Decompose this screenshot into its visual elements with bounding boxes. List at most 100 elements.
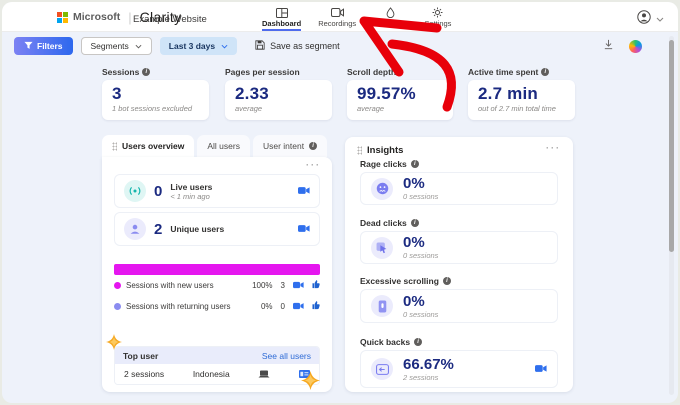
metric-subtitle: 1 bot sessions excluded — [112, 104, 199, 113]
date-range-dropdown[interactable]: Last 3 days — [160, 37, 237, 55]
avatar-icon — [637, 10, 651, 29]
info-icon[interactable] — [443, 277, 451, 285]
nav-tab-settings[interactable]: Settings — [424, 2, 451, 32]
recordings-icon — [331, 7, 344, 18]
info-icon[interactable] — [414, 338, 422, 346]
rage-clicks-card[interactable]: 0% 0 sessions — [360, 172, 558, 205]
metric-card[interactable]: 3 1 bot sessions excluded — [102, 80, 209, 120]
unique-users-value: 2 — [154, 221, 162, 238]
save-as-segment-button[interactable]: Save as segment — [255, 40, 340, 52]
microsoft-wordmark: Microsoft — [73, 11, 120, 23]
metric-value: 3 — [112, 84, 199, 104]
dashboard-icon — [276, 7, 288, 18]
nav-tab-heatmaps[interactable]: Heatmaps — [373, 2, 407, 32]
clarity-app-frame: Microsoft | Clarity Example Website Dash… — [2, 2, 678, 403]
account-menu[interactable] — [637, 10, 664, 29]
thumb-icon[interactable] — [312, 276, 320, 294]
returning-users-count: 0 — [281, 302, 285, 311]
segments-dropdown[interactable]: Segments — [81, 37, 152, 55]
download-icon[interactable] — [603, 37, 614, 55]
insights-title: Insights — [367, 145, 403, 156]
top-user-sessions: 2 sessions — [124, 369, 164, 379]
camera-icon[interactable] — [298, 220, 310, 238]
project-name[interactable]: Example Website — [133, 14, 207, 25]
top-user-section: Top user See all users 2 sessions Indone… — [114, 346, 320, 385]
chevron-down-icon — [656, 17, 664, 22]
dead-clicks-label: Dead clicks — [360, 218, 407, 228]
filter-funnel-icon — [24, 41, 33, 52]
filters-button[interactable]: Filters — [14, 37, 73, 55]
tab-user-intent[interactable]: User intent — [253, 135, 327, 157]
metric-value: 2.33 — [235, 84, 322, 104]
excessive-scrolling-card[interactable]: 0% 0 sessions — [360, 289, 558, 323]
unique-users-icon — [124, 218, 146, 240]
metric-subtitle: average — [235, 104, 322, 113]
nav-tab-recordings[interactable]: Recordings — [318, 2, 356, 32]
info-icon — [309, 142, 317, 150]
dead-clicks-card[interactable]: 0% 0 sessions — [360, 231, 558, 264]
nav-tab-dashboard[interactable]: Dashboard — [262, 2, 301, 32]
users-panel-tabs: Users overview All users User intent — [102, 135, 327, 157]
camera-icon[interactable] — [293, 297, 304, 315]
info-icon[interactable] — [411, 219, 419, 227]
live-users-value: 0 — [154, 183, 162, 200]
drag-grip-icon[interactable] — [112, 142, 117, 151]
info-icon[interactable] — [541, 68, 549, 76]
thumb-icon[interactable] — [312, 297, 320, 315]
metric-subtitle: out of 2.7 min total time — [478, 104, 565, 113]
settings-icon — [432, 7, 443, 18]
metric-subtitle: average — [357, 104, 443, 113]
sparkle-icon — [106, 334, 122, 355]
metric-card[interactable]: 2.7 min out of 2.7 min total time — [468, 80, 575, 120]
copilot-icon[interactable] — [629, 40, 642, 53]
metric-value: 2.7 min — [478, 84, 565, 104]
camera-icon[interactable] — [298, 182, 310, 200]
filter-bar: Filters Segments Last 3 days Save as seg… — [2, 32, 678, 60]
live-users-icon — [124, 180, 146, 202]
see-all-users-link[interactable]: See all users — [262, 351, 311, 361]
drag-grip-icon[interactable] — [357, 146, 362, 155]
new-users-count: 3 — [281, 281, 285, 290]
metric-label: Pages per session — [225, 67, 300, 77]
top-user-row[interactable]: 2 sessions Indonesia — [115, 364, 319, 384]
sessions-breakdown-bar — [114, 264, 320, 275]
metric-pages-per-session: Pages per session 2.33 average — [225, 66, 332, 120]
live-users-sub: < 1 min ago — [170, 192, 212, 201]
metric-value: 99.57% — [357, 84, 443, 104]
insights-panel: Insights Rage clicks 0% 0 sessions Dead … — [345, 137, 573, 392]
quick-backs-icon — [371, 358, 393, 380]
quick-backs-label: Quick backs — [360, 337, 410, 347]
dead-clicks-icon — [371, 237, 393, 259]
quick-backs-card[interactable]: 66.67% 2 sessions — [360, 350, 558, 388]
rage-clicks-sub: 0 sessions — [403, 192, 438, 201]
chevron-down-icon — [221, 44, 228, 49]
live-users-row[interactable]: 0 Live users < 1 min ago — [114, 174, 320, 208]
dead-clicks-sub: 0 sessions — [403, 251, 438, 260]
brand-divider: | — [128, 10, 131, 25]
tab-users-overview[interactable]: Users overview — [102, 135, 194, 157]
metric-scroll-depth: Scroll depth 99.57% average — [347, 66, 453, 120]
metric-card[interactable]: 2.33 average — [225, 80, 332, 120]
rage-clicks-icon — [371, 178, 393, 200]
quick-backs-sub: 2 sessions — [403, 373, 454, 382]
dead-clicks-value: 0% — [403, 235, 438, 251]
camera-icon[interactable] — [293, 276, 304, 294]
heatmaps-icon — [386, 7, 395, 18]
excessive-scrolling-value: 0% — [403, 294, 438, 310]
live-users-label: Live users — [170, 182, 212, 192]
scrollbar-thumb[interactable] — [669, 40, 674, 252]
info-icon[interactable] — [142, 68, 150, 76]
quick-backs-value: 66.67% — [403, 357, 454, 373]
tab-all-users[interactable]: All users — [197, 135, 250, 157]
more-options-icon[interactable] — [306, 160, 321, 170]
top-header: Microsoft | Clarity Example Website Dash… — [2, 2, 678, 32]
save-icon — [255, 40, 265, 52]
excessive-scrolling-icon — [371, 295, 393, 317]
metric-card[interactable]: 99.57% average — [347, 80, 453, 120]
microsoft-logo-icon — [57, 12, 68, 23]
camera-icon[interactable] — [535, 360, 547, 378]
chevron-down-icon — [135, 44, 142, 49]
info-icon[interactable] — [411, 160, 419, 168]
unique-users-row[interactable]: 2 Unique users — [114, 212, 320, 246]
more-options-icon[interactable] — [546, 143, 561, 153]
